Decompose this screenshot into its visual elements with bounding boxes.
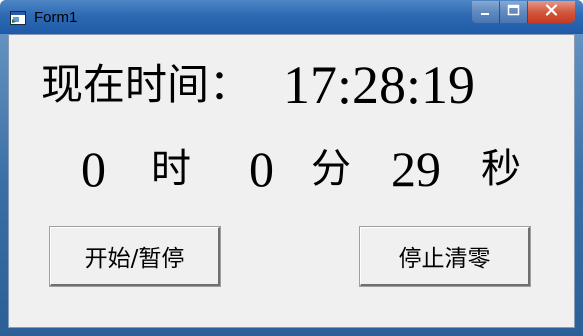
form-client-area: 现在时间： 17:28:19 0 时 0 分 29 秒 开始/暂停 停止清零 (8, 34, 575, 328)
current-time-value: 17:28:19 (283, 55, 476, 115)
current-time-label: 现在时间： (41, 60, 252, 109)
minimize-button[interactable] (472, 1, 500, 23)
maximize-icon (507, 3, 520, 21)
window-title: Form1 (34, 9, 78, 26)
elapsed-minutes-value: 0 (249, 141, 274, 197)
elapsed-seconds-value: 29 (391, 141, 441, 197)
elapsed-hours-value: 0 (81, 141, 106, 197)
minimize-icon (480, 3, 492, 21)
elapsed-seconds-unit: 秒 (481, 146, 521, 192)
elapsed-hours-unit: 时 (151, 146, 191, 192)
close-button[interactable] (528, 1, 575, 23)
app-form-icon (10, 11, 26, 25)
title-bar[interactable]: Form1 (0, 0, 583, 34)
start-pause-button[interactable]: 开始/暂停 (49, 226, 221, 287)
elapsed-minutes-unit: 分 (311, 146, 351, 192)
close-icon (545, 3, 558, 21)
app-window: Form1 现在时间： 17:28:19 0 时 0 分 29 秒 开始/暂停 … (0, 0, 583, 336)
window-controls (472, 1, 575, 23)
stop-clear-button[interactable]: 停止清零 (359, 226, 531, 287)
maximize-button[interactable] (500, 1, 528, 23)
